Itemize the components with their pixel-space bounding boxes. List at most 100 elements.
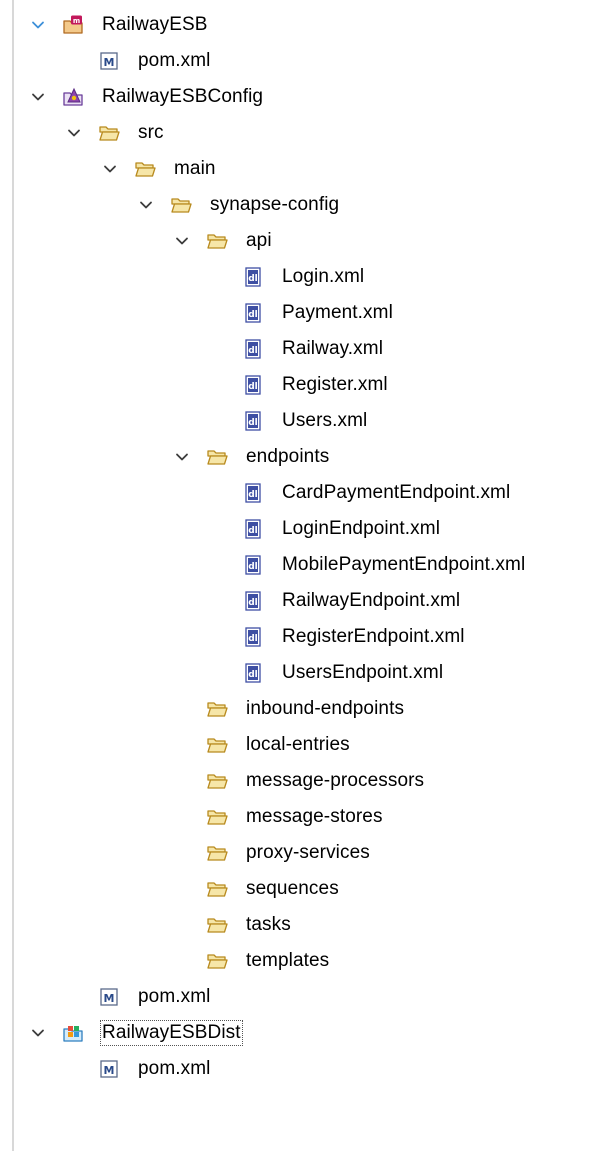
folder-icon	[98, 122, 120, 144]
tree-node-label: pom.xml	[138, 986, 211, 1007]
tree-node-label: Users.xml	[282, 410, 368, 431]
xml-file-icon: dl	[242, 266, 264, 288]
tree-node[interactable]: tasks	[0, 907, 606, 943]
folder-icon	[206, 878, 228, 900]
tree-node[interactable]: templates	[0, 943, 606, 979]
tree-node-label: RailwayESB	[102, 14, 208, 35]
svg-text:dl: dl	[248, 382, 258, 392]
tree-node-label: LoginEndpoint.xml	[282, 518, 441, 539]
chevron-down-icon[interactable]	[31, 1026, 45, 1040]
folder-icon	[206, 230, 228, 252]
tree-node[interactable]: dl Railway.xml	[0, 331, 606, 367]
svg-text:dl: dl	[248, 526, 258, 536]
tree-node-label: message-stores	[246, 806, 383, 827]
svg-text:M: M	[104, 992, 115, 1005]
tree-node-label: RailwayESBDist	[100, 1020, 243, 1046]
project-explorer-tree: m RailwayESB Mpom.xml RailwayESBConfig src ma…	[0, 7, 606, 1087]
chevron-down-icon[interactable]	[175, 450, 189, 464]
tree-node[interactable]: main	[0, 151, 606, 187]
xml-file-icon: dl	[242, 374, 264, 396]
tree-node[interactable]: dl UsersEndpoint.xml	[0, 655, 606, 691]
svg-text:m: m	[73, 17, 80, 25]
xml-file-icon: dl	[242, 410, 264, 432]
tree-node-label: Login.xml	[282, 266, 365, 287]
tree-node[interactable]: RailwayESBDist	[0, 1015, 606, 1051]
tree-node-label: UsersEndpoint.xml	[282, 662, 444, 683]
tree-node[interactable]: dl Login.xml	[0, 259, 606, 295]
xml-file-icon: dl	[242, 626, 264, 648]
folder-icon	[206, 914, 228, 936]
chevron-down-icon[interactable]	[31, 18, 45, 32]
tree-node[interactable]: Mpom.xml	[0, 979, 606, 1015]
tree-node[interactable]: proxy-services	[0, 835, 606, 871]
folder-icon	[206, 446, 228, 468]
tree-node-label: endpoints	[246, 446, 330, 467]
svg-text:dl: dl	[248, 490, 258, 500]
chevron-down-icon[interactable]	[139, 198, 153, 212]
svg-text:dl: dl	[248, 670, 258, 680]
tree-node[interactable]: RailwayESBConfig	[0, 79, 606, 115]
tree-node[interactable]: sequences	[0, 871, 606, 907]
chevron-down-icon[interactable]	[103, 162, 117, 176]
tree-node[interactable]: Mpom.xml	[0, 1051, 606, 1087]
tree-node[interactable]: message-processors	[0, 763, 606, 799]
composite-app-project-icon	[62, 1022, 84, 1044]
tree-node[interactable]: api	[0, 223, 606, 259]
xml-file-icon: dl	[242, 518, 264, 540]
tree-node-label: Payment.xml	[282, 302, 393, 323]
tree-node[interactable]: message-stores	[0, 799, 606, 835]
tree-node-label: RegisterEndpoint.xml	[282, 626, 465, 647]
svg-text:dl: dl	[248, 418, 258, 428]
tree-node-label: RailwayEndpoint.xml	[282, 590, 461, 611]
folder-icon	[206, 842, 228, 864]
tree-node[interactable]: dl RegisterEndpoint.xml	[0, 619, 606, 655]
esb-config-project-icon	[62, 86, 84, 108]
tree-node[interactable]: synapse-config	[0, 187, 606, 223]
xml-file-icon: dl	[242, 554, 264, 576]
folder-icon	[206, 806, 228, 828]
folder-icon	[206, 770, 228, 792]
tree-node-label: Register.xml	[282, 374, 388, 395]
folder-icon	[206, 698, 228, 720]
maven-pom-icon: M	[98, 50, 120, 72]
tree-node[interactable]: dl Register.xml	[0, 367, 606, 403]
tree-node[interactable]: inbound-endpoints	[0, 691, 606, 727]
xml-file-icon: dl	[242, 338, 264, 360]
svg-text:dl: dl	[248, 346, 258, 356]
tree-node-label: RailwayESBConfig	[102, 86, 264, 107]
tree-node-label: sequences	[246, 878, 339, 899]
tree-node[interactable]: src	[0, 115, 606, 151]
tree-node-label: pom.xml	[138, 50, 211, 71]
svg-text:dl: dl	[248, 310, 258, 320]
chevron-down-icon[interactable]	[67, 126, 81, 140]
tree-node[interactable]: dl Payment.xml	[0, 295, 606, 331]
tree-node-label: Railway.xml	[282, 338, 384, 359]
tree-node-label: synapse-config	[210, 194, 340, 215]
tree-node[interactable]: endpoints	[0, 439, 606, 475]
svg-text:dl: dl	[248, 562, 258, 572]
folder-icon	[134, 158, 156, 180]
tree-node[interactable]: dl RailwayEndpoint.xml	[0, 583, 606, 619]
chevron-down-icon[interactable]	[31, 90, 45, 104]
xml-file-icon: dl	[242, 302, 264, 324]
tree-node[interactable]: Mpom.xml	[0, 43, 606, 79]
tree-node-label: src	[138, 122, 164, 143]
tree-node-label: proxy-services	[246, 842, 370, 863]
tree-node-label: message-processors	[246, 770, 425, 791]
tree-node[interactable]: dl Users.xml	[0, 403, 606, 439]
folder-icon	[206, 950, 228, 972]
folder-icon	[206, 734, 228, 756]
tree-node[interactable]: dl CardPaymentEndpoint.xml	[0, 475, 606, 511]
tree-node[interactable]: dl LoginEndpoint.xml	[0, 511, 606, 547]
tree-node-label: inbound-endpoints	[246, 698, 405, 719]
chevron-down-icon[interactable]	[175, 234, 189, 248]
tree-node-label: tasks	[246, 914, 291, 935]
tree-node-label: MobilePaymentEndpoint.xml	[282, 554, 526, 575]
tree-node-label: templates	[246, 950, 330, 971]
svg-text:M: M	[104, 1064, 115, 1077]
maven-pom-icon: M	[98, 1058, 120, 1080]
tree-node[interactable]: dl MobilePaymentEndpoint.xml	[0, 547, 606, 583]
maven-pom-icon: M	[98, 986, 120, 1008]
tree-node[interactable]: m RailwayESB	[0, 7, 606, 43]
tree-node[interactable]: local-entries	[0, 727, 606, 763]
